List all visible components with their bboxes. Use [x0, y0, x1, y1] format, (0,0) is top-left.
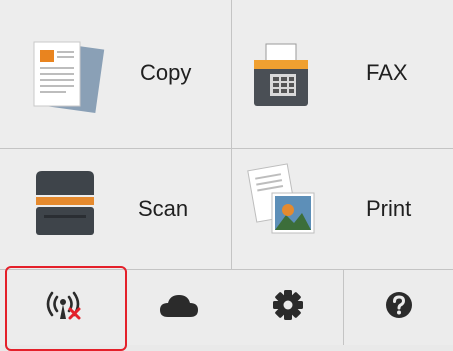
- print-document-icon: [246, 163, 318, 242]
- scan-label: Scan: [138, 196, 189, 221]
- fax-icon: [248, 40, 314, 117]
- gear-icon: [272, 289, 304, 326]
- cloud-icon: [158, 291, 200, 324]
- help-icon: [384, 290, 414, 325]
- print-tile[interactable]: Print: [232, 149, 453, 269]
- fax-label: FAX: [366, 60, 408, 85]
- copy-label: Copy: [140, 60, 192, 85]
- divider-horizontal-1: [0, 148, 453, 149]
- copy-tile[interactable]: Copy: [0, 0, 231, 148]
- print-label: Print: [366, 196, 412, 221]
- selection-highlight: [5, 266, 127, 351]
- cloud-button[interactable]: [126, 270, 231, 345]
- home-menu-grid: Copy FAX Scan Print: [0, 0, 453, 351]
- help-button[interactable]: [344, 270, 453, 345]
- copy-icon: [26, 38, 112, 121]
- scan-tile[interactable]: Scan: [0, 149, 231, 269]
- fax-tile[interactable]: FAX: [232, 0, 453, 148]
- scanner-icon: [30, 167, 100, 242]
- settings-button[interactable]: [232, 270, 343, 345]
